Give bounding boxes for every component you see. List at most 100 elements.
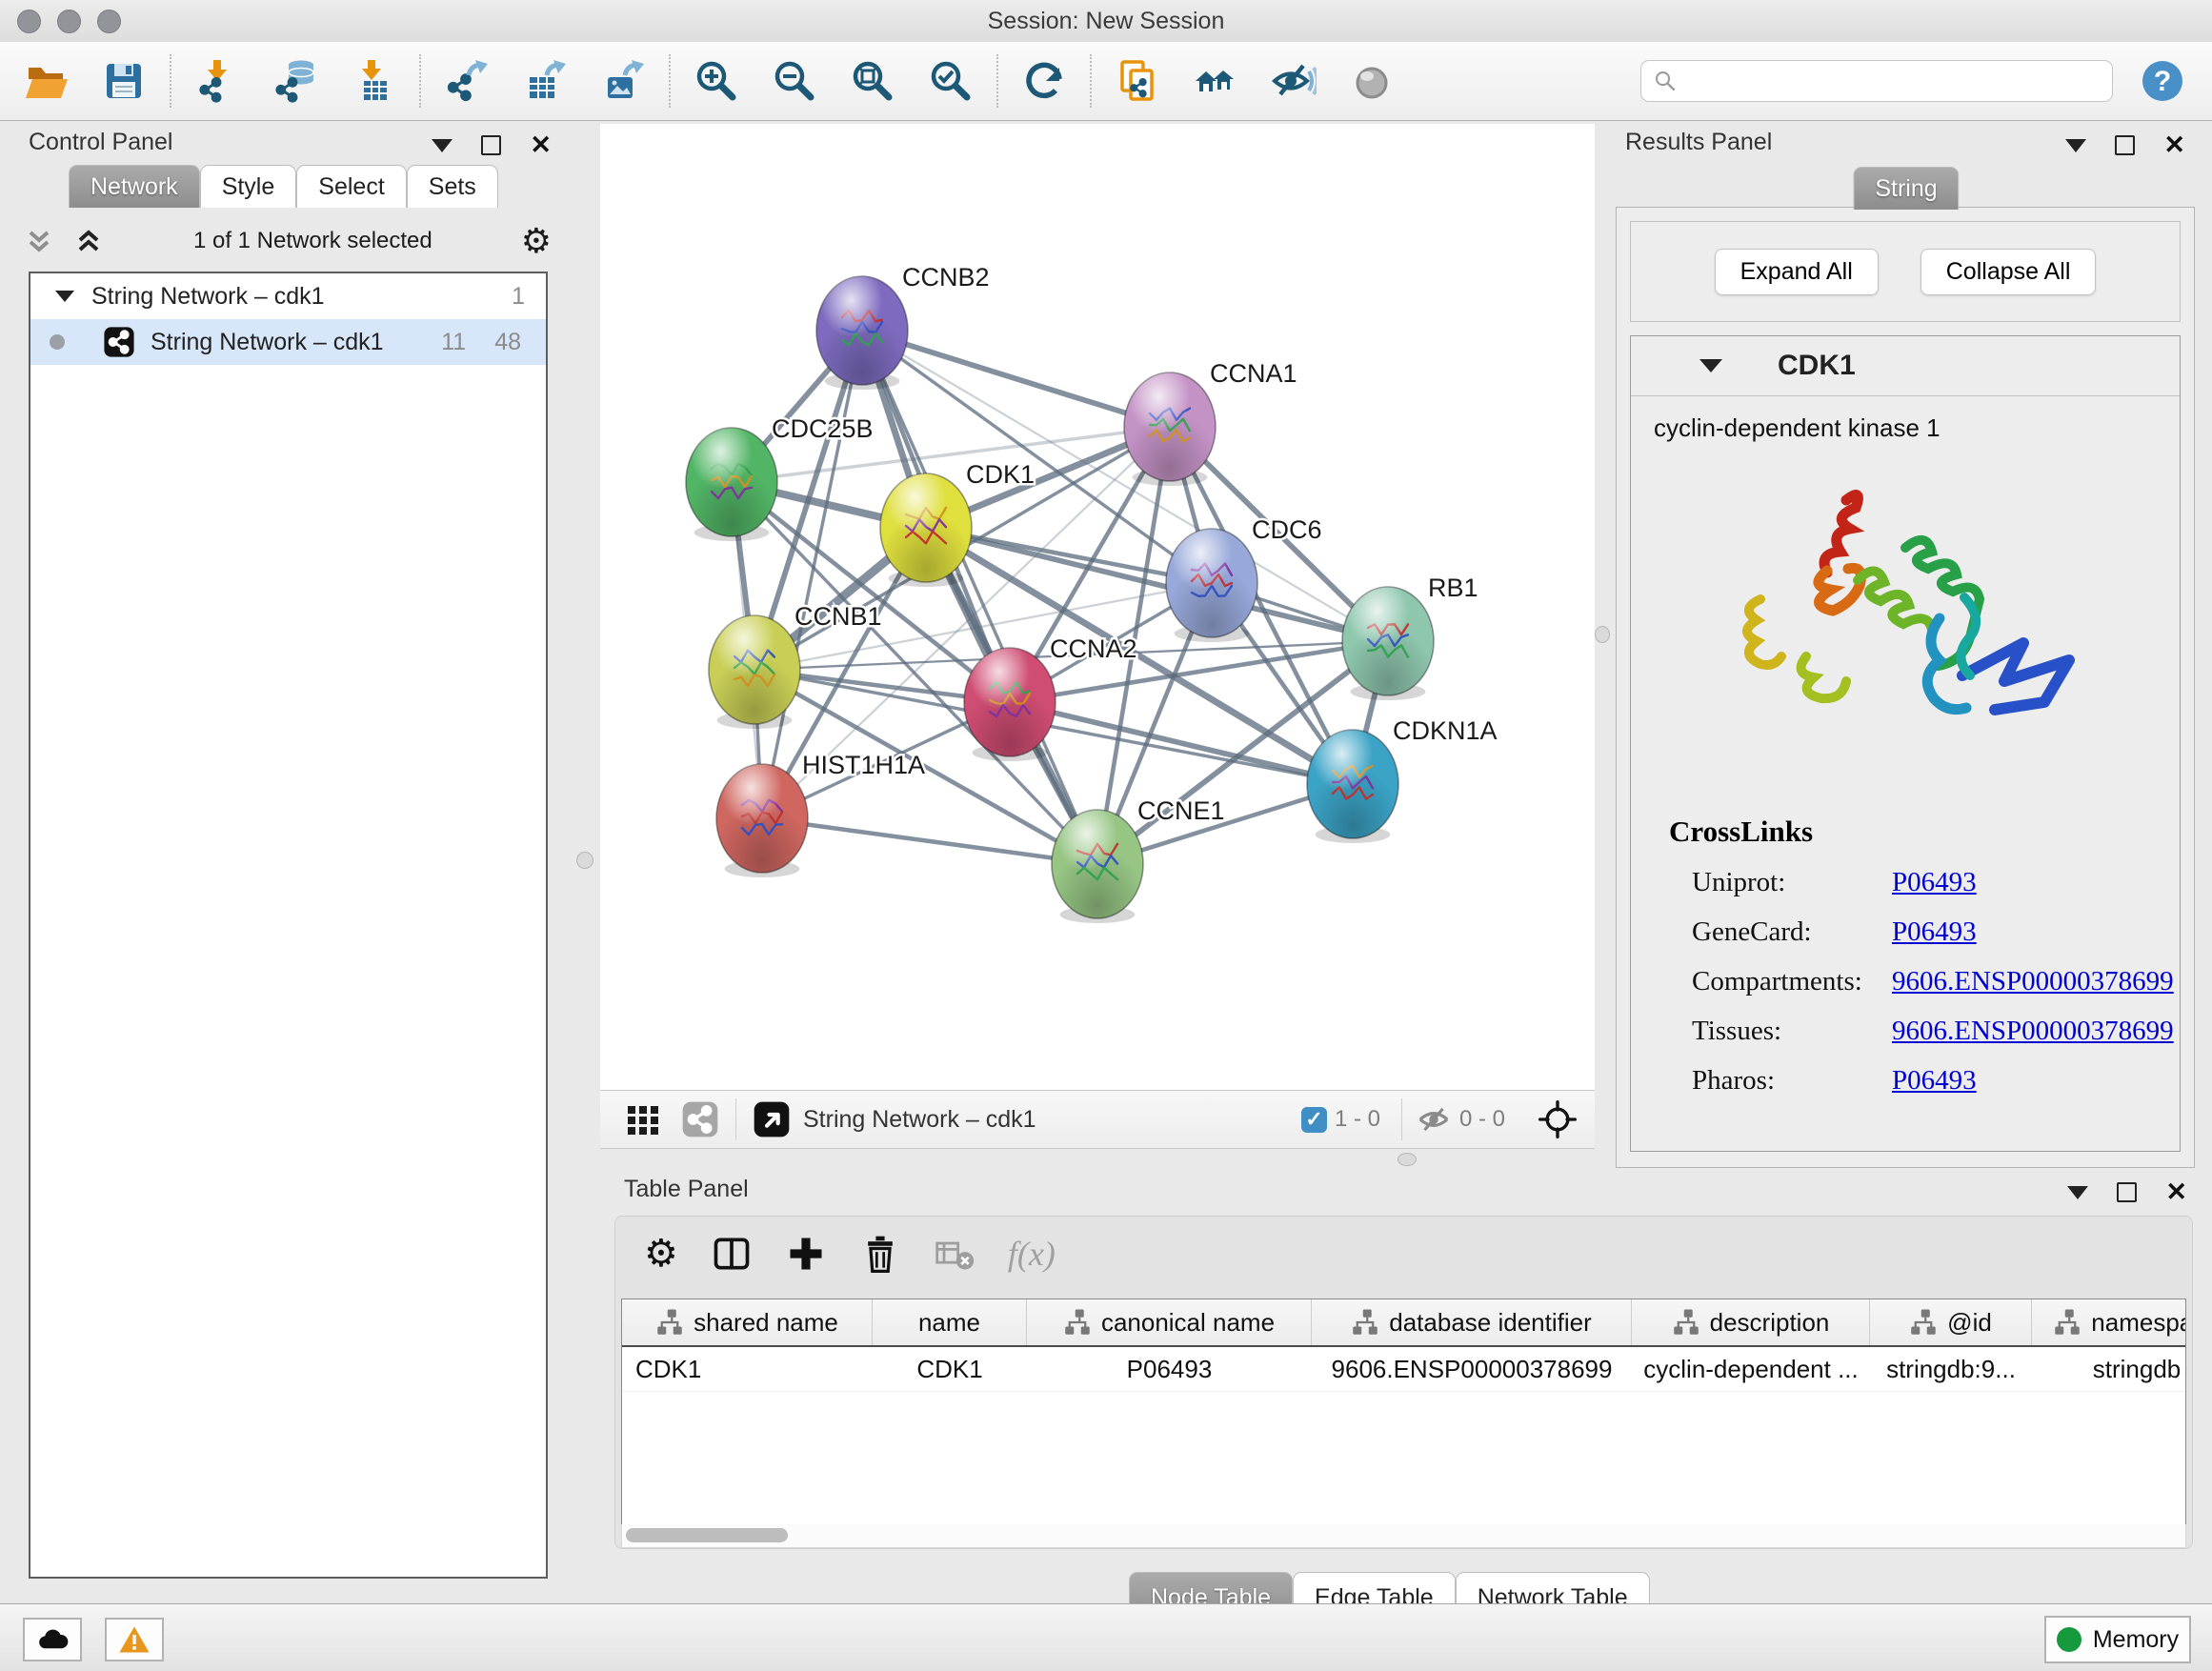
crosslink-value-link[interactable]: P06493 [1892, 916, 1977, 948]
column-header-id[interactable]: @id [1870, 1299, 2032, 1345]
crosslink-value-link[interactable]: 9606.ENSP00000378699 [1892, 1016, 2174, 1047]
results-panel-float-icon[interactable] [2115, 135, 2135, 155]
svg-text:?: ? [2154, 66, 2171, 97]
network-node-CCNA2[interactable]: CCNA2 [964, 634, 1137, 761]
network-collection-row[interactable]: String Network – cdk1 1 [30, 273, 546, 319]
network-row[interactable]: String Network – cdk1 11 48 [30, 319, 546, 365]
left-splitter-handle[interactable] [576, 852, 593, 869]
show-grid-button[interactable] [621, 1097, 665, 1141]
column-header-label: name [918, 1308, 980, 1338]
zoom-out-button[interactable] [770, 56, 819, 106]
network-node-CCNB2[interactable]: CCNB2 [816, 263, 990, 390]
new-network-from-selection-button[interactable] [1113, 56, 1162, 106]
network-node-CCNE1[interactable]: CCNE1 [1052, 796, 1225, 923]
expand-collapse-box: Expand All Collapse All [1630, 221, 2181, 322]
results-panel-close-icon[interactable]: ✕ [2163, 132, 2185, 158]
crosslinks-section: CrossLinks Uniprot: P06493GeneCard: P064… [1669, 815, 2180, 1097]
crosslink-value-link[interactable]: P06493 [1892, 867, 1977, 898]
export-network-button[interactable] [442, 56, 492, 106]
import-table-button[interactable] [349, 56, 398, 106]
gene-detail-box: CDK1 cyclin-dependent kinase 1 [1630, 335, 2181, 1152]
birdseye-view-button[interactable] [750, 1097, 794, 1141]
expand-all-chevrons-icon[interactable] [72, 225, 105, 257]
selected-nodes-checkbox[interactable]: ✓ [1301, 1107, 1327, 1133]
network-options-gear-icon[interactable]: ⚙ [521, 221, 552, 261]
table-horizontal-scrollbar[interactable] [621, 1524, 2186, 1548]
crosslink-value-link[interactable]: 9606.ENSP00000378699 [1892, 966, 2174, 997]
import-database-icon [272, 58, 318, 104]
column-header-database-identifier[interactable]: database identifier [1312, 1299, 1632, 1345]
control-panel-close-icon[interactable]: ✕ [530, 132, 552, 158]
network-style-button[interactable] [678, 1097, 722, 1141]
show-all-button[interactable] [1347, 56, 1397, 106]
show-columns-icon[interactable] [711, 1233, 753, 1275]
delete-column-trash-icon[interactable] [859, 1233, 901, 1275]
network-label: String Network – cdk1 [151, 329, 384, 356]
tab-select[interactable]: Select [296, 165, 406, 208]
tab-string[interactable]: String [1853, 167, 1959, 210]
column-header-name[interactable]: name [873, 1299, 1027, 1345]
control-panel-menu-icon[interactable] [432, 139, 452, 152]
expand-all-button[interactable]: Expand All [1715, 249, 1879, 295]
collapse-all-button[interactable]: Collapse All [1920, 249, 2097, 295]
node-label: CCNA1 [1210, 359, 1297, 388]
import-network-from-file-button[interactable] [192, 56, 242, 106]
column-header-namespace[interactable]: namespace [2032, 1299, 2186, 1345]
export-table-button[interactable] [520, 56, 570, 106]
table-header-row: shared name name canonical namedatabase id… [622, 1299, 2185, 1347]
tab-network[interactable]: Network [69, 165, 200, 208]
network-canvas[interactable]: CCNB2CCNA1CDC25BCDK1CDC6RB1CCNB1CCNA2CDK… [600, 124, 1595, 1090]
open-session-button[interactable] [21, 56, 70, 106]
column-header-canonical-name[interactable]: canonical name [1027, 1299, 1312, 1345]
column-header-description[interactable]: description [1632, 1299, 1870, 1345]
search-input[interactable] [1685, 67, 2101, 95]
warnings-button[interactable] [105, 1618, 164, 1661]
fit-selected-button[interactable] [1536, 1097, 1579, 1141]
memory-button[interactable]: Memory [2044, 1616, 2191, 1663]
apply-preferred-layout-button[interactable] [1019, 56, 1069, 106]
export-image-button[interactable] [598, 56, 648, 106]
zoom-in-button[interactable] [692, 56, 741, 106]
network-edge[interactable] [762, 818, 1097, 864]
tab-style[interactable]: Style [200, 165, 297, 208]
zoom-selected-icon [928, 58, 974, 104]
zoom-selected-button[interactable] [926, 56, 975, 106]
network-edge[interactable] [862, 331, 1170, 427]
results-panel-menu-icon[interactable] [2065, 139, 2086, 152]
first-neighbors-button[interactable] [1191, 56, 1240, 106]
column-type-tree-icon [2053, 1308, 2081, 1337]
network-node-HIST1H1A[interactable]: HIST1H1A [716, 751, 925, 877]
gene-header[interactable]: CDK1 [1631, 336, 2180, 396]
control-panel-float-icon[interactable] [481, 135, 501, 155]
column-header-shared-name[interactable]: shared name [622, 1299, 873, 1345]
node-label: CDC6 [1252, 515, 1322, 544]
collapse-all-chevrons-icon[interactable] [23, 225, 55, 257]
scrollbar-thumb[interactable] [626, 1528, 788, 1542]
gene-expand-icon[interactable] [1699, 359, 1722, 372]
gene-description: cyclin-dependent kinase 1 [1631, 396, 2180, 443]
table-panel-float-icon[interactable] [2117, 1182, 2137, 1202]
table-cell: cyclin-dependent ... [1632, 1347, 1870, 1391]
help-button[interactable]: ? [2138, 56, 2187, 106]
network-node-CDK1[interactable]: CDK1 [880, 460, 1035, 587]
create-column-plus-icon[interactable] [785, 1233, 827, 1275]
search-box[interactable] [1640, 60, 2113, 102]
network-edge[interactable] [862, 331, 1097, 864]
bottom-splitter-handle[interactable] [1398, 1153, 1417, 1166]
hide-selected-button[interactable] [1269, 56, 1318, 106]
table-panel-menu-icon[interactable] [2067, 1186, 2088, 1199]
cloud-status-button[interactable] [23, 1618, 82, 1661]
tab-sets[interactable]: Sets [407, 165, 498, 208]
network-node-CDC6[interactable]: CDC6 [1166, 515, 1322, 642]
collection-expand-icon[interactable] [55, 291, 74, 302]
save-session-button[interactable] [99, 56, 149, 106]
network-node-CDKN1A[interactable]: CDKN1A [1307, 716, 1498, 843]
right-splitter-handle[interactable] [1595, 626, 1610, 643]
import-network-from-database-button[interactable] [271, 56, 320, 106]
network-node-RB1[interactable]: RB1 [1342, 574, 1478, 700]
table-options-gear-icon[interactable]: ⚙ [644, 1232, 678, 1276]
table-panel-close-icon[interactable]: ✕ [2165, 1179, 2187, 1205]
crosslink-value-link[interactable]: P06493 [1892, 1065, 1977, 1097]
table-row[interactable]: CDK1CDK1P064939606.ENSP00000378699cyclin… [622, 1347, 2185, 1392]
zoom-fit-button[interactable] [848, 56, 897, 106]
